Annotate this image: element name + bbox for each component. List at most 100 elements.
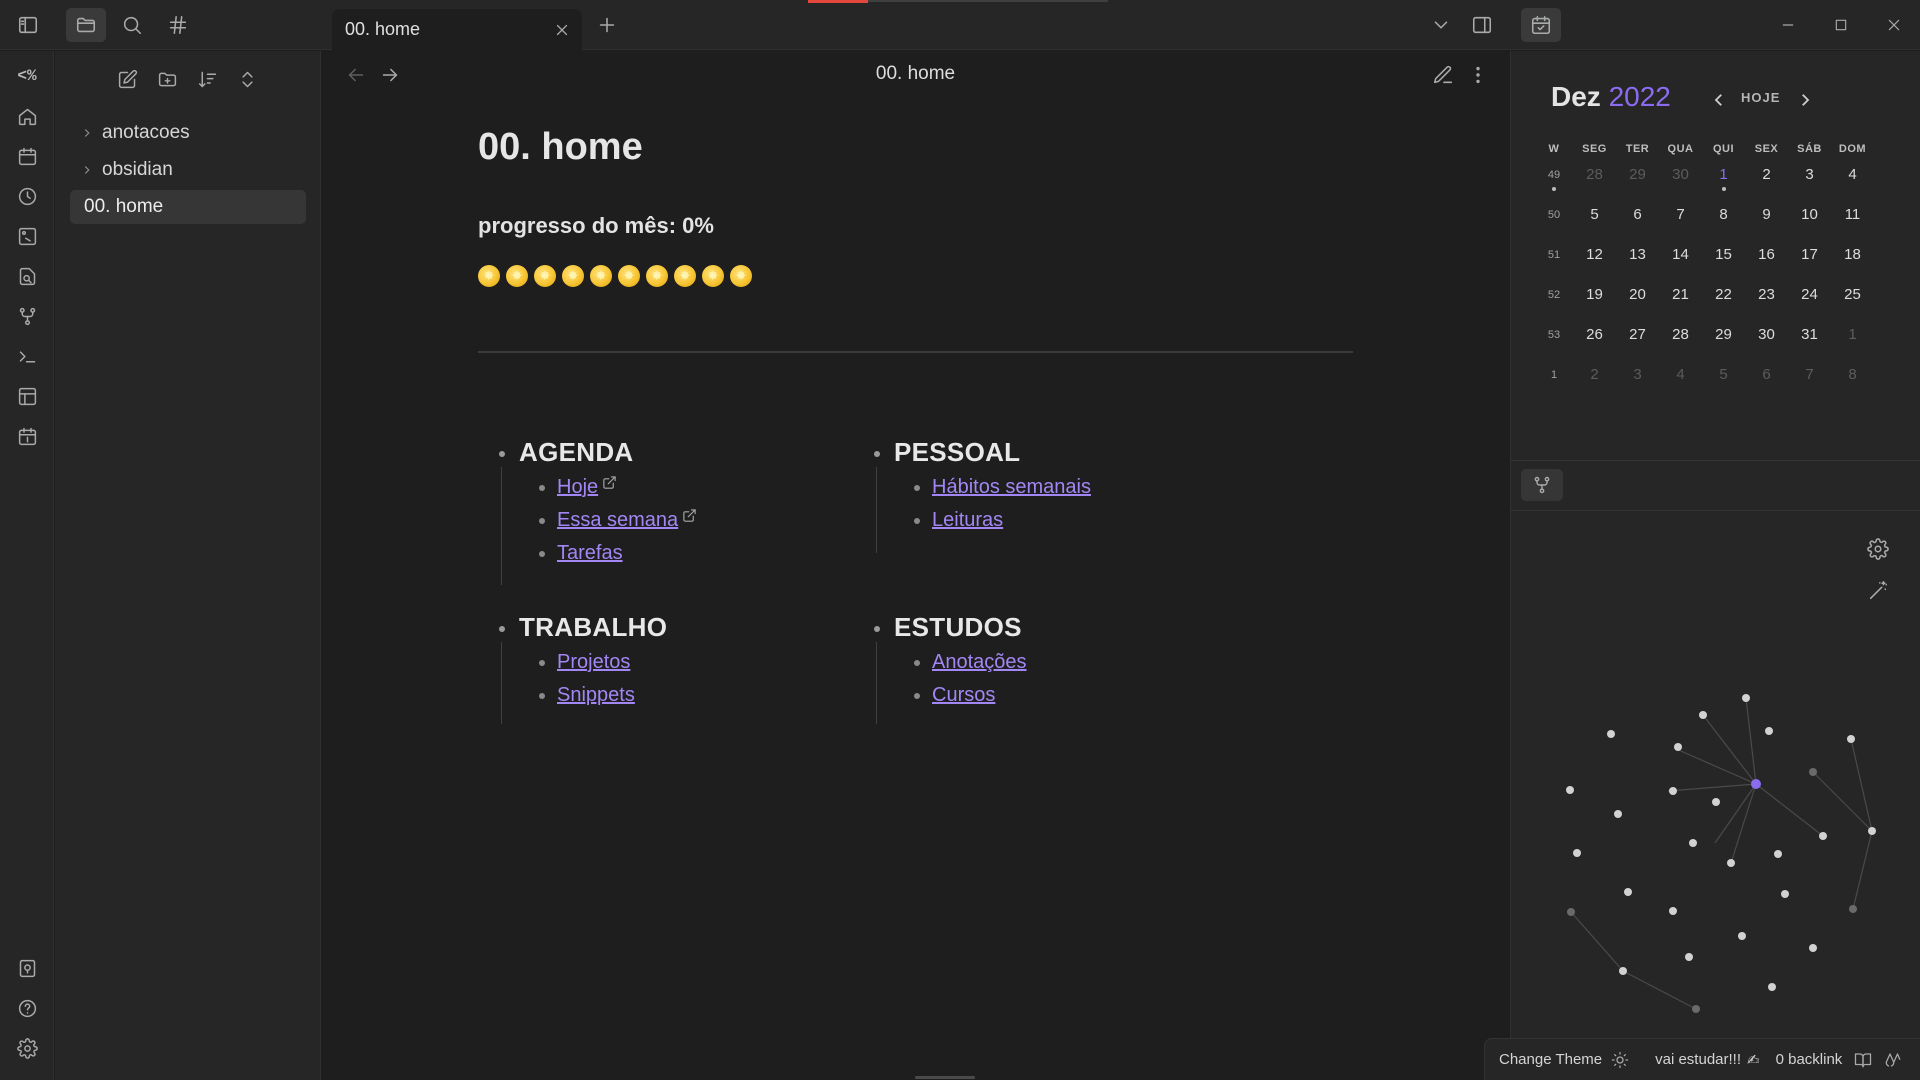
daily-note-button[interactable] <box>12 141 42 171</box>
new-note-button[interactable] <box>112 64 142 94</box>
minimize-window-button[interactable] <box>1768 8 1808 42</box>
link-snippets[interactable]: Snippets <box>557 684 635 707</box>
graph-node[interactable] <box>1849 905 1857 913</box>
calendar-day[interactable]: 15 <box>1702 245 1745 285</box>
graph-node[interactable] <box>1566 786 1574 794</box>
calendar-today-button[interactable]: HOJE <box>1741 90 1780 105</box>
graph-node[interactable] <box>1809 768 1817 776</box>
calendar-day[interactable]: 27 <box>1616 325 1659 365</box>
graph-node[interactable] <box>1689 839 1697 847</box>
toggle-left-sidebar-button[interactable] <box>8 8 48 42</box>
graph-node[interactable] <box>1781 890 1789 898</box>
calendar-day[interactable]: 22 <box>1702 285 1745 325</box>
calendar-day[interactable]: 3 <box>1788 165 1831 205</box>
graph-node[interactable] <box>1774 850 1782 858</box>
folder-item[interactable]: anotacoes <box>70 116 306 150</box>
graph-animate-button[interactable] <box>1863 576 1893 606</box>
tags-tab[interactable] <box>158 8 198 42</box>
calendar-week-number[interactable]: 1 <box>1535 365 1573 405</box>
calendar-next-month-button[interactable] <box>1793 88 1817 112</box>
calendar-day-button[interactable] <box>12 421 42 451</box>
calendar-day[interactable]: 24 <box>1788 285 1831 325</box>
calendar-day[interactable]: 12 <box>1573 245 1616 285</box>
calendar-day[interactable]: 17 <box>1788 245 1831 285</box>
canvas-button[interactable] <box>12 221 42 251</box>
command-palette-button[interactable] <box>12 341 42 371</box>
reading-mode-icon[interactable] <box>1854 1051 1872 1069</box>
calendar-day[interactable]: 8 <box>1702 205 1745 245</box>
calendar-day[interactable]: 11 <box>1831 205 1874 245</box>
calendar-day[interactable]: 7 <box>1788 365 1831 405</box>
link-anotacoes[interactable]: Anotações <box>932 651 1027 674</box>
calendar-week-number[interactable]: 50 <box>1535 205 1573 245</box>
graph-node[interactable] <box>1738 932 1746 940</box>
link-hoje[interactable]: Hoje <box>557 476 598 499</box>
graph-node[interactable] <box>1868 827 1876 835</box>
calendar-day[interactable]: 5 <box>1573 205 1616 245</box>
link-tarefas[interactable]: Tarefas <box>557 542 623 565</box>
calendar-day[interactable]: 3 <box>1616 365 1659 405</box>
toggle-right-sidebar-button[interactable] <box>1462 8 1502 42</box>
settings-button[interactable] <box>12 1033 42 1063</box>
calendar-day[interactable]: 4 <box>1659 365 1702 405</box>
calendar-day[interactable]: 28 <box>1573 165 1616 205</box>
collapse-all-button[interactable] <box>232 64 262 94</box>
folder-item[interactable]: obsidian <box>70 153 306 187</box>
sort-button[interactable] <box>192 64 222 94</box>
link-cursos[interactable]: Cursos <box>932 684 995 707</box>
backlink-count[interactable]: 0 backlink <box>1776 1051 1843 1068</box>
sun-icon[interactable] <box>1611 1051 1629 1069</box>
tab-list-dropdown[interactable] <box>1421 8 1461 42</box>
graph-node[interactable] <box>1809 944 1817 952</box>
search-tab[interactable] <box>112 8 152 42</box>
graph-node[interactable] <box>1674 743 1682 751</box>
calendar-week-number[interactable]: 49 <box>1535 165 1573 205</box>
calendar-week-number[interactable]: 52 <box>1535 285 1573 325</box>
graph-node[interactable] <box>1819 832 1827 840</box>
sync-status-icon[interactable] <box>1884 1051 1902 1069</box>
new-folder-button[interactable] <box>152 64 182 94</box>
local-graph-tab[interactable] <box>1521 469 1563 501</box>
calendar-day[interactable]: 10 <box>1788 205 1831 245</box>
help-button[interactable] <box>12 993 42 1023</box>
calendar-day[interactable]: 2 <box>1573 365 1616 405</box>
calendar-week-number[interactable]: 53 <box>1535 325 1573 365</box>
more-options-button[interactable] <box>1464 61 1492 89</box>
graph-node[interactable] <box>1727 859 1735 867</box>
graph-node[interactable] <box>1765 727 1773 735</box>
maximize-window-button[interactable] <box>1821 8 1861 42</box>
calendar-day[interactable]: 30 <box>1659 165 1702 205</box>
graph-node[interactable] <box>1669 787 1677 795</box>
calendar-day[interactable]: 13 <box>1616 245 1659 285</box>
calendar-day[interactable]: 31 <box>1788 325 1831 365</box>
graph-node[interactable] <box>1614 810 1622 818</box>
link-projetos[interactable]: Projetos <box>557 651 630 674</box>
graph-node[interactable] <box>1847 735 1855 743</box>
editor-tab[interactable]: 00. home <box>332 9 582 50</box>
toggle-edit-mode-button[interactable] <box>1429 61 1457 89</box>
calendar-day[interactable]: 9 <box>1745 205 1788 245</box>
recent-files-button[interactable] <box>12 181 42 211</box>
calendar-day[interactable]: 8 <box>1831 365 1874 405</box>
calendar-day[interactable]: 4 <box>1831 165 1874 205</box>
calendar-day[interactable]: 29 <box>1616 165 1659 205</box>
calendar-day[interactable]: 26 <box>1573 325 1616 365</box>
graph-node[interactable] <box>1742 694 1750 702</box>
graph-node[interactable] <box>1699 711 1707 719</box>
file-explorer-tab[interactable] <box>66 8 106 42</box>
file-recovery-button[interactable] <box>12 261 42 291</box>
link-habitos-semanais[interactable]: Hábitos semanais <box>932 476 1091 499</box>
graph-node[interactable] <box>1692 1005 1700 1013</box>
calendar-day[interactable]: 29 <box>1702 325 1745 365</box>
graph-node-current[interactable] <box>1751 779 1761 789</box>
calendar-prev-month-button[interactable] <box>1707 88 1731 112</box>
graph-node[interactable] <box>1567 908 1575 916</box>
calendar-day[interactable]: 1 <box>1831 325 1874 365</box>
calendar-week-number[interactable]: 51 <box>1535 245 1573 285</box>
graph-node[interactable] <box>1768 983 1776 991</box>
calendar-day[interactable]: 16 <box>1745 245 1788 285</box>
calendar-day[interactable]: 2 <box>1745 165 1788 205</box>
calendar-day[interactable]: 7 <box>1659 205 1702 245</box>
calendar-day[interactable]: 6 <box>1745 365 1788 405</box>
link-leituras[interactable]: Leituras <box>932 509 1003 532</box>
